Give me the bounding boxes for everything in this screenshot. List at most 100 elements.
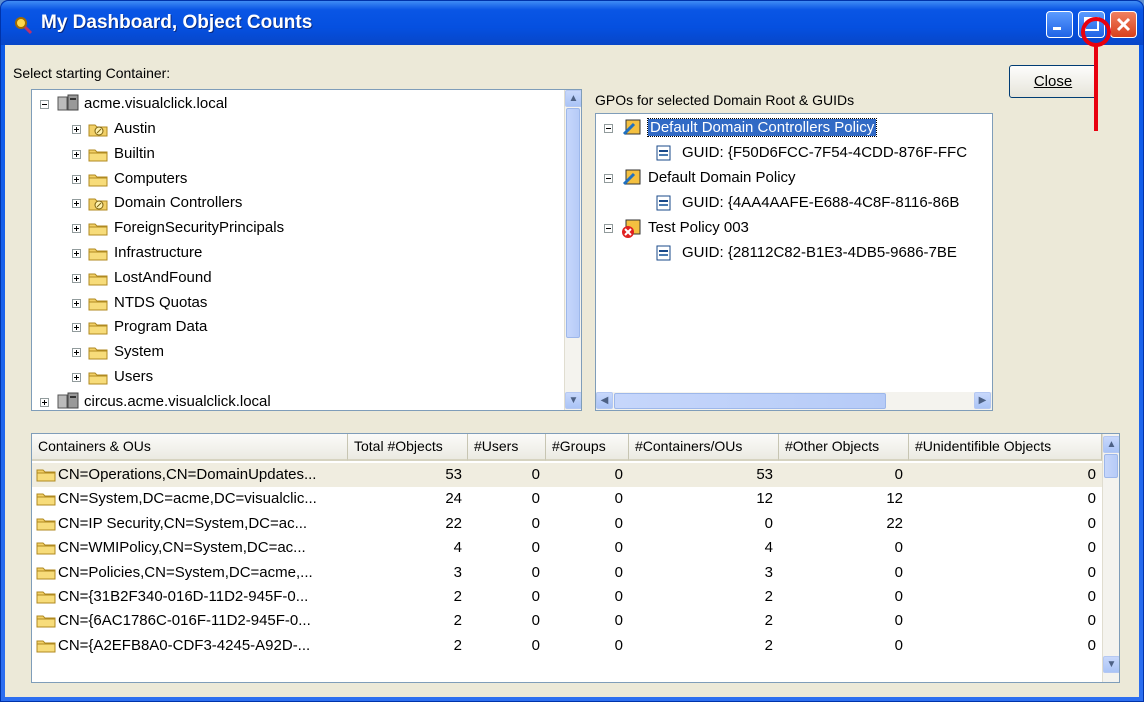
- gpo-guid-item[interactable]: GUID: {F50D6FCC-7F54-4CDD-876F-FFC: [634, 143, 992, 165]
- tree-item[interactable]: Program Data: [72, 317, 552, 339]
- container-tree[interactable]: acme.visualclick.local Austin Builtin Compu…: [31, 89, 582, 411]
- expand-toggle[interactable]: [72, 273, 81, 283]
- container-name: CN=Operations,CN=DomainUpdates...: [58, 466, 317, 483]
- gpo-item[interactable]: Test Policy 003: [604, 218, 984, 240]
- minimize-button[interactable]: [1046, 11, 1073, 38]
- gpo-guid-item[interactable]: GUID: {28112C82-B1E3-4DB5-9686-7BE: [634, 243, 992, 265]
- container-name: CN=WMIPolicy,CN=System,DC=ac...: [58, 539, 306, 557]
- table-scroll-down-button[interactable]: ▼: [1103, 656, 1119, 673]
- collapse-toggle[interactable]: [604, 224, 613, 233]
- scroll-left-button[interactable]: ◀: [596, 392, 613, 409]
- column-header[interactable]: #Unidentifible Objects: [909, 434, 1102, 461]
- tree-item[interactable]: Austin: [72, 119, 552, 141]
- tree-item[interactable]: Infrastructure: [72, 243, 552, 265]
- column-header[interactable]: Containers & OUs: [32, 434, 348, 461]
- tree-item[interactable]: ForeignSecurityPrincipals: [72, 218, 552, 240]
- guid-document-icon: [654, 244, 674, 262]
- expand-toggle[interactable]: [40, 397, 49, 407]
- tree-root-item[interactable]: acme.visualclick.local: [40, 94, 560, 116]
- expand-toggle[interactable]: [72, 224, 81, 234]
- tree-item[interactable]: Computers: [72, 169, 552, 191]
- tree-vertical-scrollbar[interactable]: ▲ ▼: [564, 90, 581, 410]
- gpo-item[interactable]: Default Domain Controllers Policy: [604, 118, 984, 140]
- domain-server-icon: [56, 392, 80, 410]
- column-header[interactable]: #Containers/OUs: [629, 434, 779, 461]
- expand-toggle[interactable]: [72, 323, 81, 333]
- table-vertical-scrollbar[interactable]: ▲ ▼: [1102, 434, 1119, 682]
- tree-item[interactable]: NTDS Quotas: [72, 293, 552, 315]
- gpo-guid-item[interactable]: GUID: {4AA4AAFE-E688-4C8F-8116-86B: [634, 193, 992, 215]
- guid-document-icon: [654, 194, 674, 212]
- title-bar[interactable]: My Dashboard, Object Counts: [1, 1, 1143, 45]
- table-row[interactable]: CN={6AC1786C-016F-11D2-945F-0... 2 0 0 2 0 0: [32, 609, 1102, 633]
- tree-root-item[interactable]: circus.acme.visualclick.local: [40, 392, 560, 410]
- table-row[interactable]: CN=Policies,CN=System,DC=acme,... 3 0 0 3 0 0: [32, 561, 1102, 585]
- count-cell: 0: [614, 490, 623, 508]
- table-row[interactable]: CN=System,DC=acme,DC=visualclic... 24 0 0 12…: [32, 487, 1102, 511]
- expand-toggle[interactable]: [72, 249, 81, 258]
- collapse-toggle[interactable]: [604, 124, 613, 133]
- count-cell: 0: [894, 466, 903, 483]
- count-cell: 24: [445, 490, 462, 508]
- count-cell: 0: [764, 514, 773, 532]
- count-cell: 0: [531, 563, 540, 581]
- column-header[interactable]: #Users: [468, 434, 546, 461]
- object-counts-table[interactable]: Containers & OUs Total #Objects #Users #Gro…: [31, 433, 1120, 683]
- container-cell: CN=System,DC=acme,DC=visualclic...: [32, 487, 348, 511]
- expand-toggle[interactable]: [72, 373, 81, 382]
- expand-toggle[interactable]: [72, 199, 81, 209]
- count-cell: 2: [453, 588, 462, 605]
- tree-item-label: NTDS Quotas: [114, 293, 208, 311]
- tree-item[interactable]: Users: [72, 367, 552, 389]
- app-magnifier-icon: [13, 15, 33, 35]
- folder-icon: [36, 516, 56, 531]
- expand-toggle[interactable]: [72, 348, 81, 358]
- count-cell: 0: [1087, 612, 1096, 630]
- tree-item-label: Builtin: [114, 144, 155, 162]
- tree-item[interactable]: Domain Controllers: [72, 193, 552, 215]
- count-cell: 0: [1087, 466, 1096, 483]
- scroll-down-button[interactable]: ▼: [565, 392, 581, 409]
- container-cell: CN={31B2F340-016D-11D2-945F-0...: [32, 585, 348, 609]
- column-header[interactable]: #Groups: [546, 434, 629, 461]
- count-cell: 3: [453, 563, 462, 581]
- tree-item[interactable]: System: [72, 342, 552, 364]
- gpo-horizontal-scrollbar[interactable]: ◀ ▶: [596, 392, 992, 410]
- expand-toggle[interactable]: [72, 174, 81, 184]
- table-scroll-thumb[interactable]: [1104, 454, 1118, 478]
- table-row[interactable]: CN=IP Security,CN=System,DC=ac... 22 0 0 0 22…: [32, 512, 1102, 536]
- folder-icon: [36, 589, 56, 604]
- table-row[interactable]: CN={A2EFB8A0-CDF3-4245-A92D-... 2 0 0 2 0 0: [32, 634, 1102, 658]
- tree-item[interactable]: LostAndFound: [72, 268, 552, 290]
- expand-toggle[interactable]: [72, 125, 81, 134]
- count-cell: 53: [445, 466, 462, 483]
- folder-icon: [36, 540, 56, 555]
- count-cell: 22: [886, 514, 903, 532]
- folder-icon: [88, 246, 108, 261]
- count-cell: 2: [764, 612, 773, 630]
- gpo-item[interactable]: Default Domain Policy: [604, 168, 984, 190]
- collapse-toggle[interactable]: [40, 100, 49, 109]
- expand-toggle[interactable]: [72, 149, 81, 159]
- folder-icon: [88, 271, 108, 286]
- collapse-toggle[interactable]: [604, 174, 613, 183]
- table-scroll-up-button[interactable]: ▲: [1103, 436, 1119, 453]
- h-scroll-thumb[interactable]: [614, 393, 886, 409]
- gpo-label: GPOs for selected Domain Root & GUIDs: [595, 92, 855, 108]
- gpo-tree[interactable]: Default Domain Controllers Policy GUID: {…: [595, 113, 993, 411]
- scroll-up-button[interactable]: ▲: [565, 90, 581, 107]
- scroll-right-button[interactable]: ▶: [974, 392, 991, 409]
- tree-item[interactable]: Builtin: [72, 144, 552, 166]
- table-row[interactable]: CN=WMIPolicy,CN=System,DC=ac... 4 0 0 4 0 0: [32, 536, 1102, 560]
- tree-item-label: Program Data: [114, 318, 208, 336]
- scroll-thumb[interactable]: [566, 108, 580, 338]
- table-row[interactable]: CN={31B2F340-016D-11D2-945F-0... 2 0 0 2 0 0: [32, 585, 1102, 609]
- gpo-name: Test Policy 003: [648, 219, 749, 236]
- window-title: My Dashboard, Object Counts: [41, 12, 313, 33]
- close-window-button[interactable]: [1110, 11, 1137, 38]
- close-button[interactable]: Close: [1009, 65, 1097, 98]
- column-header[interactable]: Total #Objects: [348, 434, 468, 461]
- expand-toggle[interactable]: [72, 298, 81, 308]
- column-header[interactable]: #Other Objects: [779, 434, 909, 461]
- table-row[interactable]: CN=Operations,CN=DomainUpdates... 53 0 0 53 0…: [32, 463, 1102, 487]
